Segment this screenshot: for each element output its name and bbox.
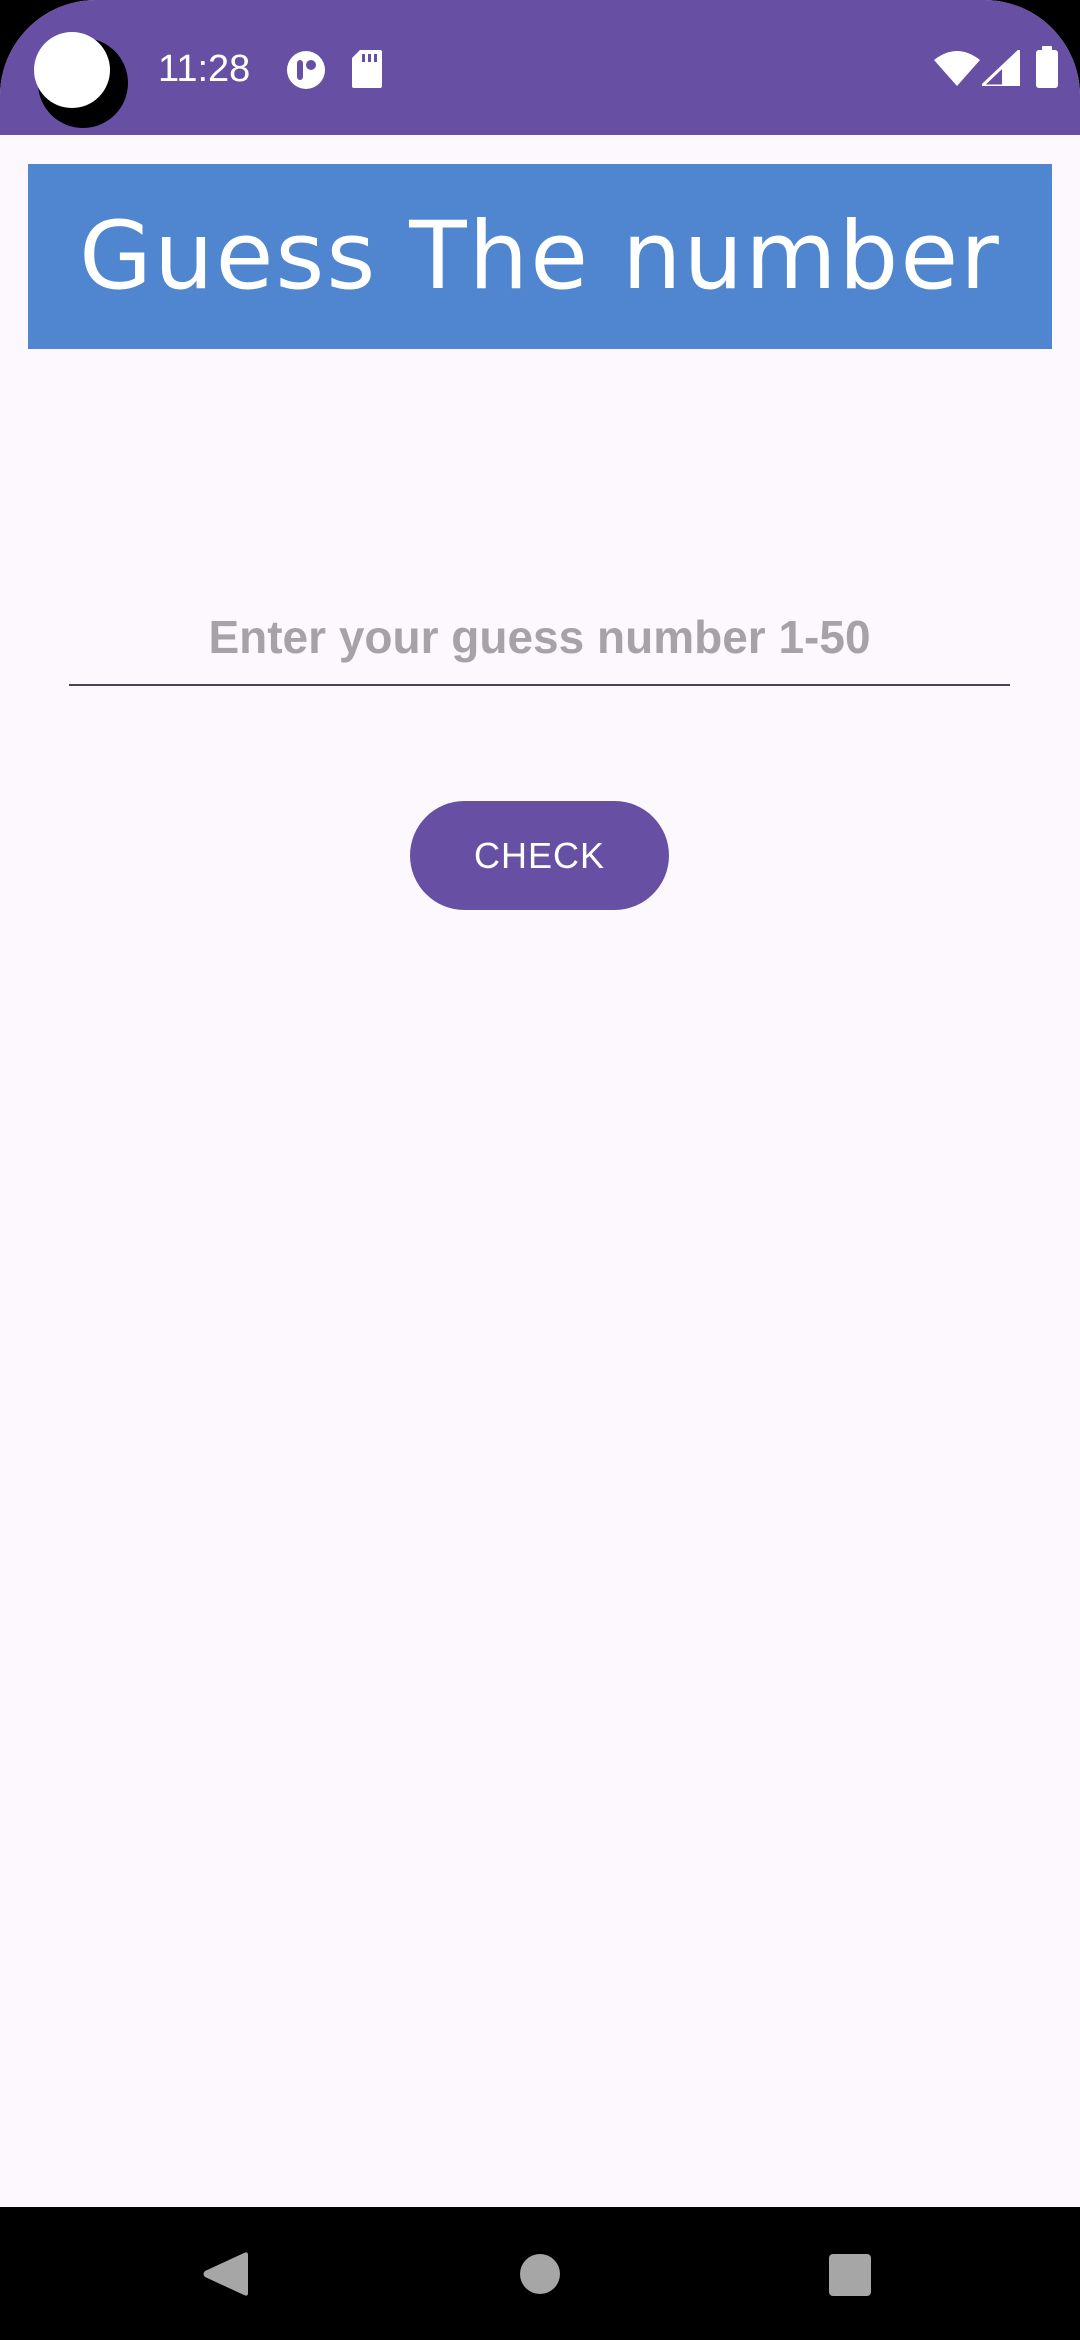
wifi-icon: [934, 51, 980, 86]
battery-icon: [1036, 46, 1058, 88]
check-button[interactable]: CHECK: [410, 801, 669, 910]
guess-input-container: [69, 592, 1010, 686]
title-banner: Guess The number: [28, 164, 1052, 349]
camera-lens-icon: [34, 32, 110, 108]
sd-card-icon: [352, 50, 382, 88]
check-button-label: CHECK: [473, 834, 606, 876]
status-time: 11:28: [158, 48, 251, 90]
back-icon[interactable]: [202, 2251, 248, 2297]
recents-icon[interactable]: [829, 2254, 871, 2296]
status-bar: 11:28: [0, 0, 1080, 135]
navigation-bar: [0, 2207, 1080, 2340]
cellular-signal-icon: [982, 50, 1020, 86]
guess-number-input[interactable]: [69, 592, 1010, 682]
home-icon[interactable]: [520, 2254, 560, 2294]
app-screen: 11:28 Guess The number Enter your guess …: [0, 0, 1080, 2340]
app-notification-icon: [287, 51, 325, 89]
page-title: Guess The number: [79, 202, 1001, 311]
